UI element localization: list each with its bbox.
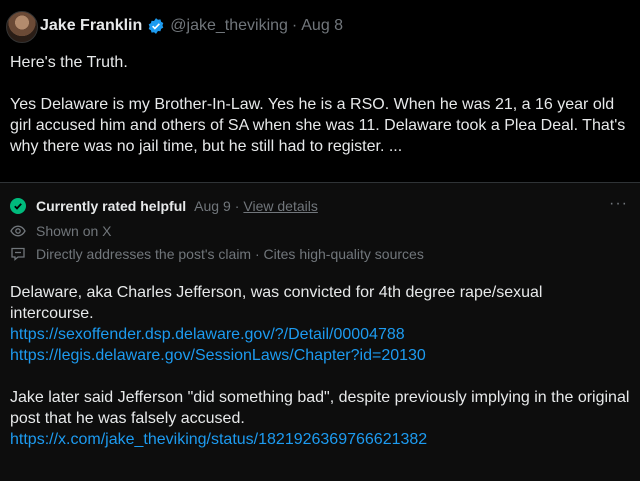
post-date[interactable]: Aug 8 <box>301 17 343 35</box>
more-options-icon[interactable]: ··· <box>609 195 628 213</box>
source-link[interactable]: https://legis.delaware.gov/SessionLaws/C… <box>10 345 630 366</box>
note-status: Currently rated helpful <box>36 198 187 214</box>
helpful-check-icon <box>10 198 26 214</box>
note-separator: · <box>234 198 240 214</box>
author-name[interactable]: Jake Franklin <box>40 17 142 35</box>
note-reasons-row: Directly addresses the post's claim · Ci… <box>10 246 424 262</box>
source-link[interactable]: https://x.com/jake_theviking/status/1821… <box>10 429 630 450</box>
author-avatar[interactable] <box>6 11 38 43</box>
shown-on-label: Shown on X <box>36 223 112 239</box>
post-header: Jake Franklin @jake_theviking · Aug 8 <box>40 15 343 37</box>
note-text: Delaware, aka Charles Jefferson, was con… <box>10 284 543 322</box>
author-handle[interactable]: @jake_theviking <box>170 17 288 35</box>
post-paragraph: Here's the Truth. <box>10 54 128 71</box>
source-link[interactable]: https://sexoffender.dsp.delaware.gov/?/D… <box>10 324 630 345</box>
header-separator: · <box>291 17 298 34</box>
note-reasons: Directly addresses the post's claim · Ci… <box>36 246 424 262</box>
note-date: Aug 9 <box>194 198 231 214</box>
verified-badge-icon <box>147 17 165 35</box>
community-note: Currently rated helpful Aug 9 · View det… <box>0 182 640 481</box>
shown-on-row: Shown on X <box>10 223 112 239</box>
post-paragraph: Yes Delaware is my Brother-In-Law. Yes h… <box>10 96 626 155</box>
view-details-link[interactable]: View details <box>243 198 317 214</box>
comment-icon <box>11 247 25 261</box>
note-body: Delaware, aka Charles Jefferson, was con… <box>10 282 630 450</box>
note-text: Jake later said Jefferson "did something… <box>10 389 630 427</box>
note-header: Currently rated helpful Aug 9 · View det… <box>10 198 318 214</box>
eye-icon <box>10 225 26 237</box>
post-text: Here's the Truth. Yes Delaware is my Bro… <box>10 52 630 157</box>
